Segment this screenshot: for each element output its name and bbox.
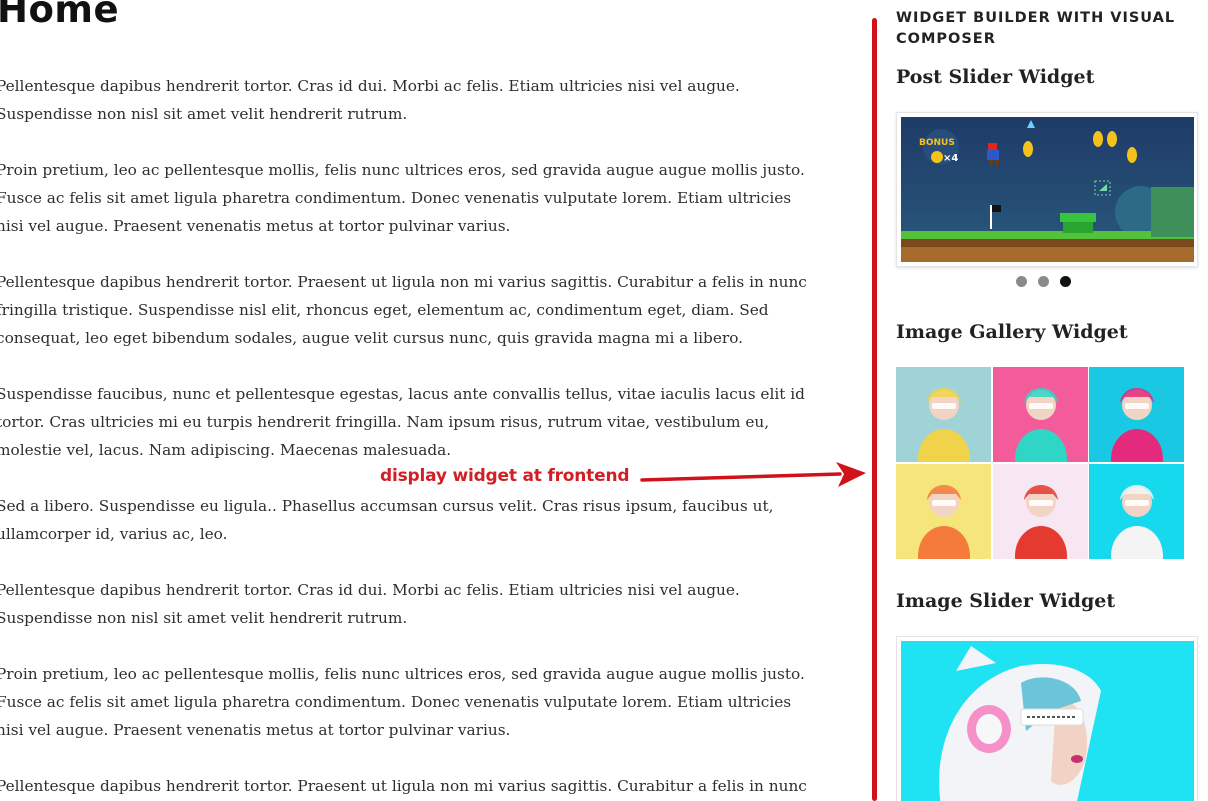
article-paragraph: Pellentesque dapibus hendrerit tortor. P… [0, 772, 866, 800]
article-paragraph: Pellentesque dapibus hendrerit tortor. C… [0, 576, 866, 632]
paragraph-line: ullamcorper id, varius ac, leo. [0, 525, 228, 543]
image-gallery-widget-title: Image Gallery Widget [896, 321, 1128, 343]
paragraph-line: Proin pretium, leo ac pellentesque molli… [0, 665, 805, 683]
paragraph-line: Fusce ac felis sit amet ligula pharetra … [0, 189, 792, 207]
paragraph-line: Pellentesque dapibus hendrerit tortor. P… [0, 777, 807, 795]
article-paragraph: Proin pretium, leo ac pellentesque molli… [0, 660, 866, 744]
paragraph-line: fringilla tristique. Suspendisse nisl el… [0, 301, 769, 319]
image-gallery [896, 367, 1184, 559]
gallery-image-3[interactable] [1089, 367, 1184, 462]
image-slider-widget-title: Image Slider Widget [896, 590, 1116, 612]
article-paragraph: Pellentesque dapibus hendrerit tortor. C… [0, 72, 866, 128]
slider-dot-1[interactable] [1016, 276, 1027, 287]
slider-pagination [1016, 276, 1071, 287]
page-title: Home [0, 0, 120, 31]
bonus-text: BONUS [919, 138, 955, 148]
paragraph-line: Fusce ac felis sit amet ligula pharetra … [0, 693, 792, 711]
paragraph-line: nisi vel augue. Praesent venenatis metus… [0, 217, 511, 235]
article-paragraph: Proin pretium, leo ac pellentesque molli… [0, 156, 866, 240]
article-paragraph: Pellentesque dapibus hendrerit tortor. P… [0, 268, 866, 352]
paragraph-line: Sed a libero. Suspendisse eu ligula.. Ph… [0, 497, 774, 515]
article-paragraph: Sed a libero. Suspendisse eu ligula.. Ph… [0, 492, 866, 548]
paragraph-line: Suspendisse non nisl sit amet velit hend… [0, 609, 408, 627]
paragraph-line: tortor. Cras ultricies mi eu turpis hend… [0, 413, 770, 431]
platformer-game-icon[interactable]: BONUS ×4 [901, 117, 1194, 262]
slider-dot-2[interactable] [1038, 276, 1049, 287]
paragraph-line: Pellentesque dapibus hendrerit tortor. C… [0, 77, 740, 95]
gallery-image-5[interactable] [992, 463, 1088, 559]
slider-dot-3[interactable] [1060, 276, 1071, 287]
paragraph-line: Pellentesque dapibus hendrerit tortor. P… [0, 273, 807, 291]
paragraph-line: consequat, leo eget bibendum sodales, au… [0, 329, 744, 347]
gallery-image-4[interactable] [896, 463, 991, 559]
gallery-image-2[interactable] [992, 367, 1088, 462]
article-paragraph: Suspendisse faucibus, nunc et pellentesq… [0, 380, 866, 464]
red-divider-line [872, 18, 877, 801]
paragraph-line: Suspendisse faucibus, nunc et pellentesq… [0, 385, 805, 403]
multiplier-text: ×4 [943, 153, 958, 164]
image-slider[interactable] [896, 636, 1198, 801]
post-slider[interactable]: BONUS ×4 [896, 112, 1198, 267]
annotation-arrow-icon [640, 462, 866, 487]
gallery-image-1[interactable] [896, 367, 991, 462]
image-slider-photo[interactable] [901, 641, 1194, 801]
paragraph-line: nisi vel augue. Praesent venenatis metus… [0, 721, 511, 739]
paragraph-line: Pellentesque dapibus hendrerit tortor. C… [0, 581, 740, 599]
annotation-label: display widget at frontend [380, 466, 630, 486]
paragraph-line: Suspendisse non nisl sit amet velit hend… [0, 105, 408, 123]
gallery-image-6[interactable] [1089, 463, 1184, 559]
post-slider-widget-title: Post Slider Widget [896, 66, 1095, 88]
paragraph-line: Proin pretium, leo ac pellentesque molli… [0, 161, 805, 179]
sidebar-title: WIDGET BUILDER WITH VISUAL COMPOSER [896, 10, 1176, 47]
